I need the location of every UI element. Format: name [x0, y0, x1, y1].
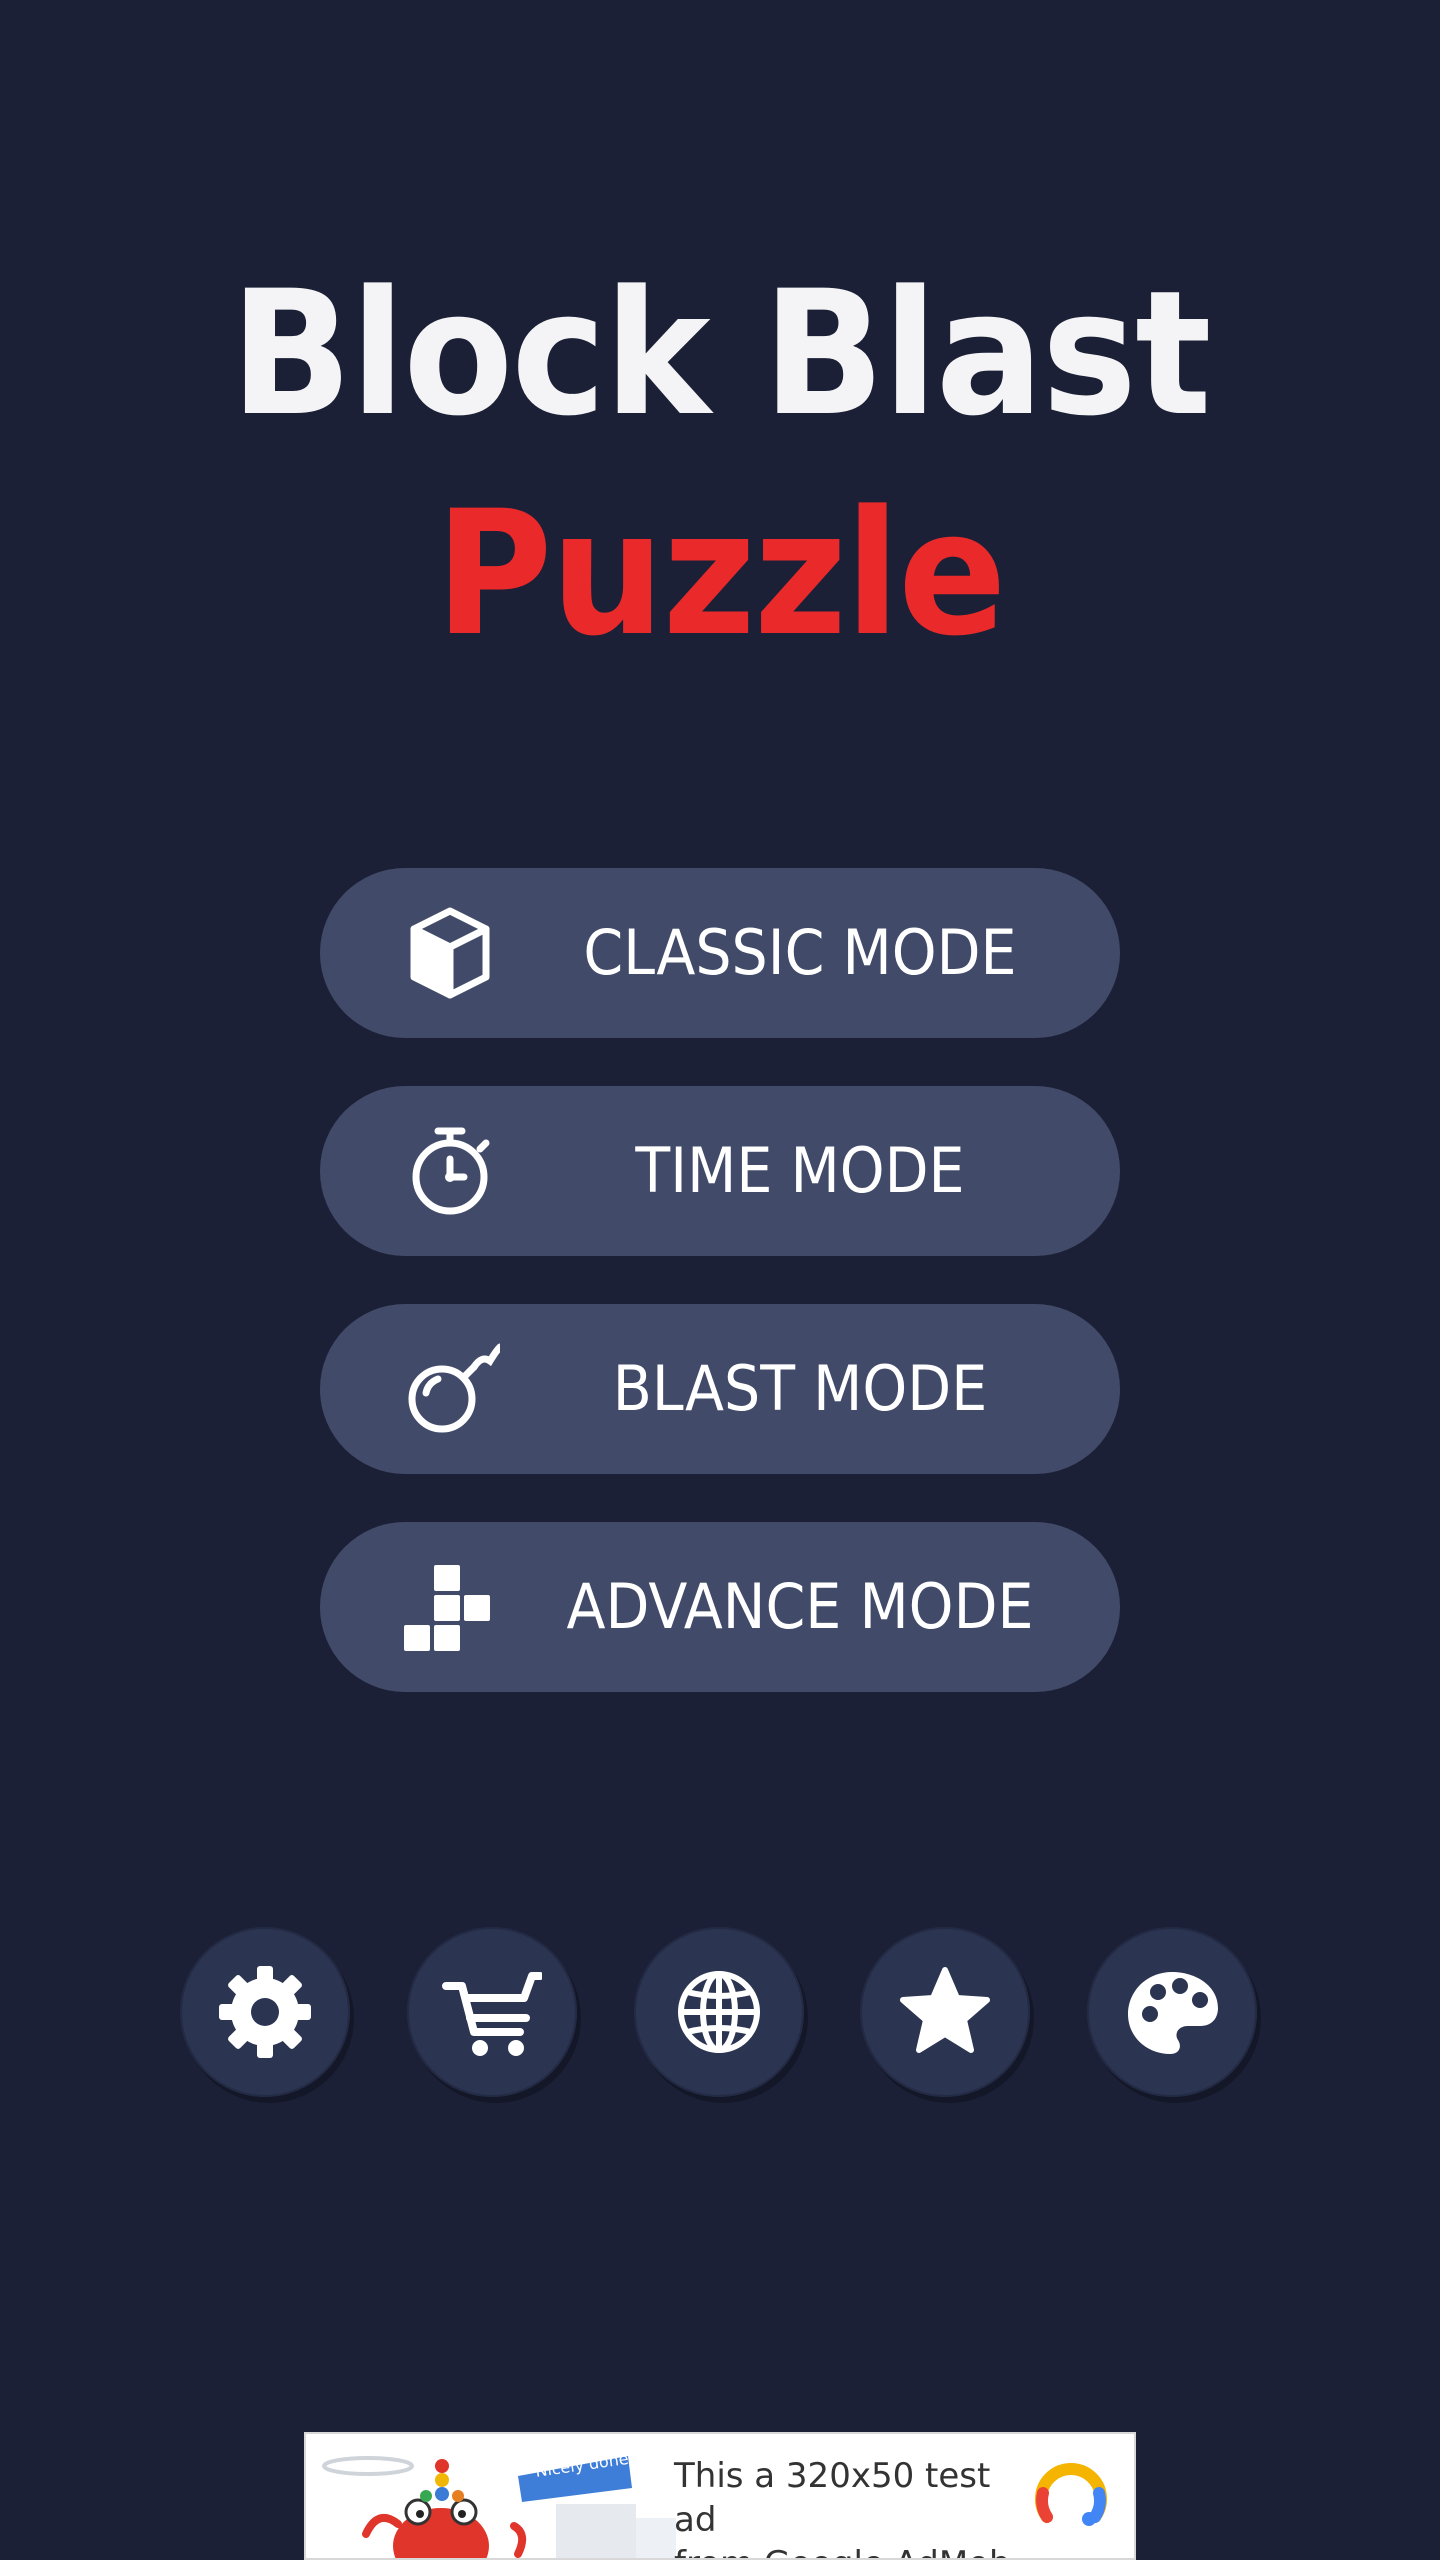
globe-icon: [678, 1971, 760, 2053]
ad-line-2: from Google AdMob.: [674, 2542, 1034, 2558]
blocks-icon: [400, 1557, 500, 1657]
settings-button[interactable]: [180, 1927, 350, 2097]
star-icon: [900, 1967, 990, 2053]
gear-icon: [219, 1966, 311, 2058]
time-mode-button[interactable]: TIME MODE: [320, 1086, 1120, 1256]
time-mode-label: TIME MODE: [635, 1134, 965, 1207]
advance-mode-button[interactable]: ADVANCE MODE: [320, 1522, 1120, 1692]
advance-mode-label: ADVANCE MODE: [566, 1570, 1034, 1643]
cube-icon: [400, 903, 500, 1003]
ad-text: This a 320x50 test ad from Google AdMob.: [674, 2454, 1034, 2558]
theme-button[interactable]: [1087, 1927, 1257, 2097]
ad-line-1: This a 320x50 test ad: [674, 2456, 991, 2540]
title-line-1: Block Blast: [230, 253, 1211, 454]
bomb-icon: [400, 1339, 504, 1439]
palette-icon: [1128, 1972, 1218, 2054]
stopwatch-icon: [400, 1121, 500, 1221]
cart-icon: [442, 1972, 542, 2056]
title-line-2: Puzzle: [435, 473, 1006, 674]
classic-mode-label: CLASSIC MODE: [583, 916, 1017, 989]
blast-mode-label: BLAST MODE: [612, 1352, 988, 1425]
blast-mode-button[interactable]: BLAST MODE: [320, 1304, 1120, 1474]
shop-button[interactable]: [407, 1927, 577, 2097]
language-button[interactable]: [634, 1927, 804, 2097]
classic-mode-button[interactable]: CLASSIC MODE: [320, 868, 1120, 1038]
ad-banner[interactable]: Nicely done! This a 320x50 test ad from …: [304, 2432, 1136, 2560]
rate-button[interactable]: [860, 1927, 1030, 2097]
